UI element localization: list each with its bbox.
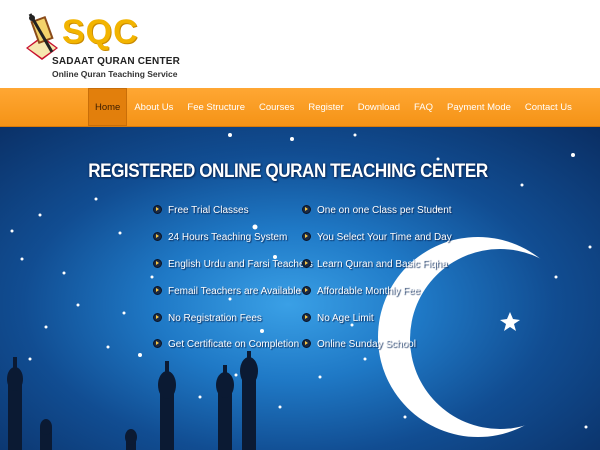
nav-item-about-us[interactable]: About Us	[127, 88, 180, 126]
feature-text: One on one Class per Student	[317, 205, 452, 216]
nav-item-courses[interactable]: Courses	[252, 88, 301, 126]
feature-text: Learn Quran and Basic Fiqha	[317, 259, 448, 270]
nav-item-payment-mode[interactable]: Payment Mode	[440, 88, 518, 126]
bullet-icon	[153, 285, 162, 295]
bullet-icon	[153, 258, 162, 268]
logo-wordmark: SQC	[62, 13, 139, 51]
bullet-icon	[153, 231, 162, 241]
hero-title: REGISTERED ONLINE QURAN TEACHING CENTER	[88, 161, 488, 182]
nav-item-download[interactable]: Download	[351, 88, 407, 126]
feature-text: Get Certificate on Completion	[168, 339, 300, 350]
main-nav: Home About Us Fee Structure Courses Regi…	[0, 88, 600, 127]
nav-item-faq[interactable]: FAQ	[407, 88, 440, 126]
feature-item: Learn Quran and Basic Fiqha	[302, 258, 448, 270]
bullet-icon	[153, 312, 162, 322]
feature-text: Affordable Monthly Fee	[317, 286, 421, 297]
hero-banner: REGISTERED ONLINE QURAN TEACHING CENTER …	[0, 127, 600, 450]
feature-item: Affordable Monthly Fee	[302, 285, 421, 297]
bullet-icon	[302, 285, 311, 295]
feature-text: No Registration Fees	[168, 313, 262, 324]
brand-name: SADAAT QURAN CENTER	[52, 56, 181, 67]
nav-item-register[interactable]: Register	[301, 88, 350, 126]
feature-item: Get Certificate on Completion	[153, 338, 300, 350]
feature-text: Free Trial Classes	[168, 205, 249, 216]
bullet-icon	[153, 338, 162, 348]
feature-item: English Urdu and Farsi Teachers	[153, 258, 313, 270]
feature-text: Femail Teachers are Available	[168, 286, 302, 297]
bullet-icon	[302, 312, 311, 322]
nav-item-home[interactable]: Home	[88, 88, 128, 126]
feature-text: You Select Your Time and Day	[317, 232, 452, 243]
brand-tagline: Online Quran Teaching Service	[52, 69, 178, 79]
site-logo[interactable]: SQC SADAAT QURAN CENTER Online Quran Tea…	[22, 8, 180, 83]
feature-item: Online Sunday School	[302, 338, 416, 350]
feature-item: Free Trial Classes	[153, 204, 249, 216]
feature-text: English Urdu and Farsi Teachers	[168, 259, 313, 270]
feature-item: One on one Class per Student	[302, 204, 452, 216]
nav-item-fee-structure[interactable]: Fee Structure	[180, 88, 252, 126]
site-header: SQC SADAAT QURAN CENTER Online Quran Tea…	[0, 0, 600, 88]
bullet-icon	[153, 204, 162, 214]
feature-text: Online Sunday School	[317, 339, 416, 350]
bullet-icon	[302, 258, 311, 268]
feature-text: 24 Hours Teaching System	[168, 232, 288, 243]
feature-item: Femail Teachers are Available	[153, 285, 302, 297]
feature-item: No Registration Fees	[153, 312, 262, 324]
mosque-silhouette	[7, 351, 258, 450]
feature-item: No Age Limit	[302, 312, 374, 324]
nav-item-contact-us[interactable]: Contact Us	[518, 88, 579, 126]
feature-text: No Age Limit	[317, 313, 374, 324]
bullet-icon	[302, 338, 311, 348]
bullet-icon	[302, 231, 311, 241]
feature-item: You Select Your Time and Day	[302, 231, 452, 243]
feature-item: 24 Hours Teaching System	[153, 231, 288, 243]
bullet-icon	[302, 204, 311, 214]
